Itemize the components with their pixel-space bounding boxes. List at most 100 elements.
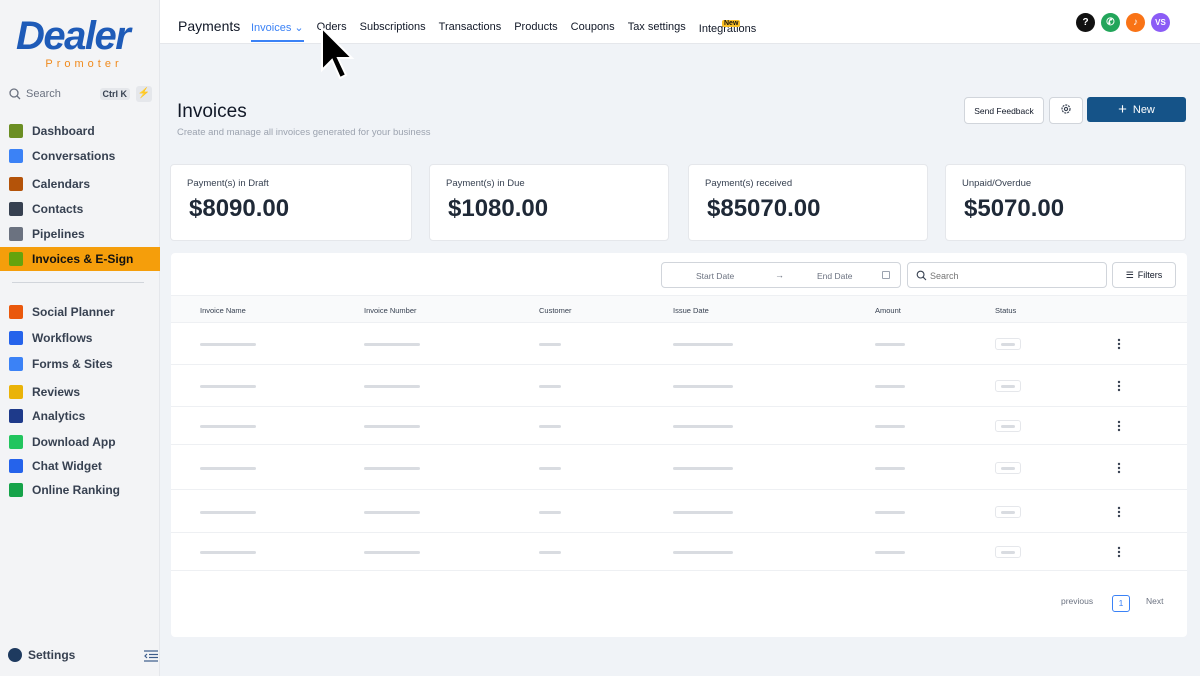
sidebar-item-label: Reviews [32,385,81,399]
lightning-icon[interactable]: ⚡ [136,86,152,102]
tab-label: Invoices [251,22,292,34]
stat-card-due: Payment(s) in Due $1080.00 [429,164,669,241]
sidebar-divider [12,282,144,283]
column-header[interactable]: Invoice Name [200,306,246,315]
collapse-sidebar-icon[interactable] [144,650,158,662]
stat-label: Payment(s) in Due [446,178,525,189]
sidebar-item-analytics[interactable]: Analytics [0,404,160,428]
loading-placeholder [539,425,561,428]
stat-value: $8090.00 [189,195,290,222]
loading-placeholder [539,551,561,554]
sidebar-item-conversations[interactable]: Conversations [0,144,160,168]
table-row[interactable] [171,407,1187,445]
workflow-icon [9,331,23,345]
loading-placeholder [200,511,256,514]
status-placeholder [995,506,1021,518]
loading-placeholder [364,551,420,554]
sidebar-search[interactable]: Search Ctrl K [4,84,130,104]
column-header[interactable]: Amount [875,306,901,315]
column-header[interactable]: Invoice Number [364,306,417,315]
tab-tax-settings[interactable]: Tax settings [628,21,686,34]
loading-placeholder [673,425,733,428]
more-options-icon[interactable] [1117,338,1121,350]
sidebar-item-label: Invoices & E-Sign [32,252,134,266]
loading-placeholder [364,343,420,346]
column-header[interactable]: Customer [539,306,572,315]
status-placeholder [995,462,1021,474]
loading-placeholder [200,425,256,428]
table-row[interactable] [171,323,1187,365]
search-icon [9,88,21,100]
table-row[interactable] [171,490,1187,533]
sidebar-item-download-app[interactable]: Download App [0,430,160,454]
table-row[interactable] [171,365,1187,407]
start-date-field[interactable]: Start Date [696,271,734,281]
end-date-field[interactable]: End Date [817,271,852,281]
sidebar-item-label: Dashboard [32,124,95,138]
loading-placeholder [200,467,256,470]
sidebar-item-workflows[interactable]: Workflows [0,326,160,350]
table-row[interactable] [171,445,1187,490]
stat-value: $5070.00 [964,195,1065,222]
tab-products[interactable]: Products [514,21,557,34]
bell-icon[interactable]: ♪ [1126,13,1145,32]
sidebar-item-pipelines[interactable]: Pipelines [0,222,160,246]
table-row[interactable] [171,533,1187,571]
sidebar-item-invoices[interactable]: Invoices & E-Sign [0,247,160,271]
column-header[interactable]: Status [995,306,1016,315]
stat-label: Payment(s) in Draft [187,178,269,189]
tab-transactions[interactable]: Transactions [439,21,502,34]
stat-card-overdue: Unpaid/Overdue $5070.00 [945,164,1186,241]
filters-label: Filters [1137,269,1163,280]
phone-icon[interactable]: ✆ [1101,13,1120,32]
tab-subscriptions[interactable]: Subscriptions [360,21,426,34]
sidebar-item-label: Forms & Sites [32,357,113,371]
page-number-current[interactable]: 1 [1112,595,1130,612]
table-search[interactable] [907,262,1107,288]
loading-placeholder [364,467,420,470]
more-options-icon[interactable] [1117,506,1121,518]
sidebar-item-online-ranking[interactable]: Online Ranking [0,478,160,502]
sidebar-item-forms-sites[interactable]: Forms & Sites [0,352,160,376]
stat-value: $85070.00 [707,195,821,222]
loading-placeholder [539,511,561,514]
forms-icon [9,357,23,371]
next-page-link[interactable]: Next [1146,596,1163,606]
tab-coupons[interactable]: Coupons [571,21,615,34]
sidebar-item-chat-widget[interactable]: Chat Widget [0,454,160,478]
filters-button[interactable]: ☰ Filters [1112,262,1176,288]
loading-placeholder [875,425,905,428]
search-input[interactable] [930,268,1100,284]
tab-invoices[interactable]: Invoices ⌄ [251,21,304,42]
help-icon[interactable]: ? [1076,13,1095,32]
more-options-icon[interactable] [1117,380,1121,392]
new-invoice-button[interactable]: + New [1087,97,1186,122]
user-avatar[interactable]: VS [1151,13,1170,32]
more-options-icon[interactable] [1117,462,1121,474]
loading-placeholder [673,551,733,554]
sidebar-item-dashboard[interactable]: Dashboard [0,119,160,143]
date-range-picker[interactable]: Start Date → End Date [661,262,901,288]
brand-logo[interactable]: Dealer Promoter [16,14,146,74]
sidebar-item-contacts[interactable]: Contacts [0,197,160,221]
gear-icon [1061,104,1071,114]
invoices-table-panel: Start Date → End Date ☰Filters Invoice N… [171,253,1187,637]
loading-placeholder [364,511,420,514]
settings-button[interactable] [1049,97,1083,124]
more-options-icon[interactable] [1117,546,1121,558]
loading-placeholder [673,385,733,388]
sidebar-item-social-planner[interactable]: Social Planner [0,300,160,324]
column-header[interactable]: Issue Date [673,306,709,315]
more-options-icon[interactable] [1117,420,1121,432]
sidebar-item-label: Workflows [32,331,93,345]
sidebar-item-reviews[interactable]: Reviews [0,380,160,404]
sidebar-item-calendars[interactable]: Calendars [0,172,160,196]
sidebar-item-label: Calendars [32,177,91,191]
contacts-icon [9,202,23,216]
gear-icon [8,648,22,662]
send-feedback-button[interactable]: Send Feedback [964,97,1044,124]
sidebar-item-settings[interactable]: Settings [8,648,75,662]
previous-page-link[interactable]: previous [1061,596,1093,606]
stat-card-received: Payment(s) received $85070.00 [688,164,928,241]
search-shortcut: Ctrl K [99,88,130,100]
